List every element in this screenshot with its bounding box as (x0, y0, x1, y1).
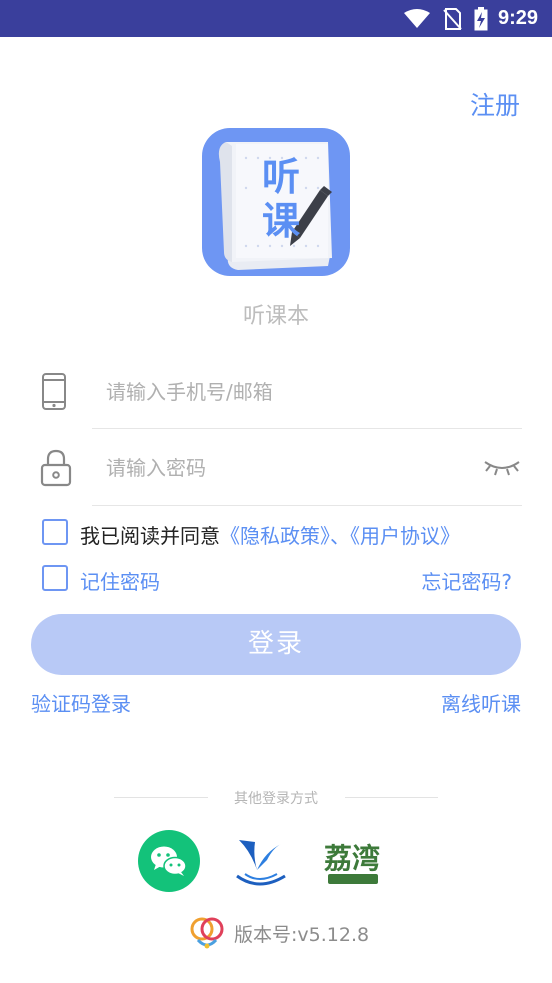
status-icons (404, 7, 488, 31)
partner-v-icon[interactable] (231, 830, 293, 892)
app-logo: 听 课 (202, 128, 350, 276)
version-row: 版本号:v5.12.8 (188, 916, 369, 950)
lock-icon (40, 449, 72, 487)
login-button[interactable]: 登录 (31, 614, 521, 675)
agreement-text: 我已阅读并同意《隐私政策》、《用户协议》 (80, 520, 460, 549)
version-text: 版本号:v5.12.8 (234, 923, 370, 946)
eye-closed-icon[interactable] (482, 456, 522, 478)
forgot-password-link[interactable]: 忘记密码? (421, 566, 512, 595)
phone-icon (42, 373, 66, 410)
password-divider (92, 505, 522, 506)
logo-text-bottom: 课 (262, 199, 300, 243)
password-input[interactable] (106, 450, 466, 486)
battery-charging-icon (474, 7, 488, 31)
offline-listen-link[interactable]: 离线听课 (441, 688, 521, 717)
other-login-label: 其他登录方式 (234, 791, 318, 807)
wechat-icon[interactable] (138, 830, 200, 892)
agreement-separator: 、 (330, 524, 350, 548)
agreement-checkbox[interactable] (42, 519, 68, 545)
register-link[interactable]: 注册 (470, 86, 520, 122)
remember-label[interactable]: 记住密码 (80, 566, 160, 595)
status-bar: 9:29 (0, 0, 552, 37)
logo-text-top: 听 (262, 155, 300, 199)
app-mascot-icon (190, 917, 224, 949)
privacy-policy-link[interactable]: 《隐私政策》 (220, 524, 330, 548)
status-time: 9:29 (497, 7, 538, 29)
app-name: 听课本 (242, 304, 309, 329)
sms-login-link[interactable]: 验证码登录 (31, 688, 131, 717)
account-input[interactable] (106, 374, 466, 410)
notebook-icon: 听 课 (218, 142, 332, 270)
agreement-prefix: 我已阅读并同意 (80, 524, 220, 548)
account-divider (92, 428, 522, 429)
remember-checkbox[interactable] (42, 565, 68, 591)
lizhi-icon[interactable]: 荔湾 (322, 830, 384, 892)
no-sim-icon (443, 8, 462, 30)
wifi-icon (404, 9, 430, 28)
lizhi-logo-text: 荔湾 (324, 842, 380, 875)
user-agreement-link[interactable]: 《用户协议》 (350, 524, 460, 548)
